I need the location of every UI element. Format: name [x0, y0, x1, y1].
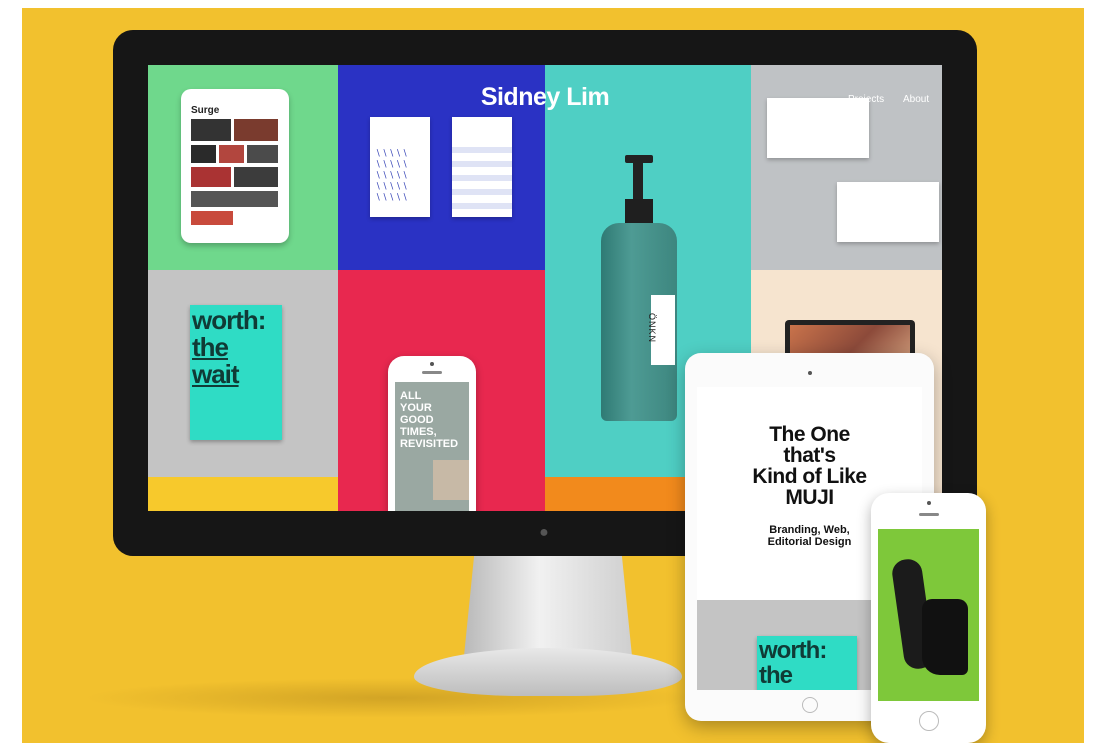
lined-card — [452, 117, 512, 217]
tablet-home-button[interactable] — [801, 697, 818, 713]
phone-speaker — [918, 513, 939, 516]
phone-mockup-screen: ALL YOUR GOOD TIMES, REVISITED — [395, 382, 469, 511]
poster-word: the — [192, 332, 229, 362]
surge-photo — [234, 167, 278, 187]
apple-logo-icon: ● — [539, 524, 549, 541]
nav-projects[interactable]: Projects — [848, 94, 884, 105]
surge-photo — [191, 211, 233, 225]
bottle-pump — [633, 161, 643, 201]
tile-poster[interactable]: worth: the wait — [148, 270, 338, 477]
tile-phone[interactable]: ALL YOUR GOOD TIMES, REVISITED — [338, 270, 545, 511]
phone-mockup: ALL YOUR GOOD TIMES, REVISITED — [388, 356, 476, 511]
surge-photo — [234, 119, 278, 141]
phone-headline: ALL YOUR GOOD TIMES, REVISITED — [400, 390, 459, 450]
surge-photo — [191, 119, 231, 141]
phone-photo — [433, 460, 469, 500]
phone-home-button[interactable] — [918, 711, 939, 731]
bottle-neck — [625, 199, 653, 225]
phone-camera — [926, 501, 931, 505]
tablet-poster: worth: the — [757, 636, 857, 690]
tablet-camera — [807, 371, 812, 375]
phone-screen — [878, 529, 979, 701]
business-card — [837, 182, 939, 242]
pattern-card: ∖∖∖∖∖ ∖∖∖∖∖ ∖∖∖∖∖ ∖∖∖∖∖ ∖∖∖∖∖ — [370, 117, 430, 217]
bottle-label-text: ÖNKN — [647, 312, 658, 344]
showcase-stage: ● Surge ∖∖∖∖∖ ∖∖∖∖∖ ∖∖∖∖∖ ∖∖∖∖∖ ∖∖∖∖∖ ÖN… — [22, 8, 1084, 743]
tablet-mockup-screen: Surge — [188, 103, 282, 229]
poster-word: wait — [192, 359, 240, 389]
site-title[interactable]: Sidney Lim — [148, 83, 942, 112]
strip-yellow — [148, 477, 338, 511]
worth-the-wait-poster: worth: the wait — [190, 305, 282, 440]
surge-photo — [191, 145, 216, 163]
surge-photo — [191, 191, 278, 207]
card-pattern: ∖∖∖∖∖ ∖∖∖∖∖ ∖∖∖∖∖ ∖∖∖∖∖ ∖∖∖∖∖ — [375, 149, 409, 203]
foreground-phone — [871, 493, 986, 743]
monitor-stand-base — [414, 648, 682, 696]
shoe-boot — [922, 599, 968, 675]
poster-word: worth: — [192, 305, 266, 335]
monitor-stand-neck — [464, 556, 632, 656]
surge-photo — [219, 145, 244, 163]
surge-photo — [191, 167, 231, 187]
nav-about[interactable]: About — [903, 94, 929, 105]
surge-photo — [247, 145, 278, 163]
tablet-mockup: Surge — [181, 89, 289, 243]
